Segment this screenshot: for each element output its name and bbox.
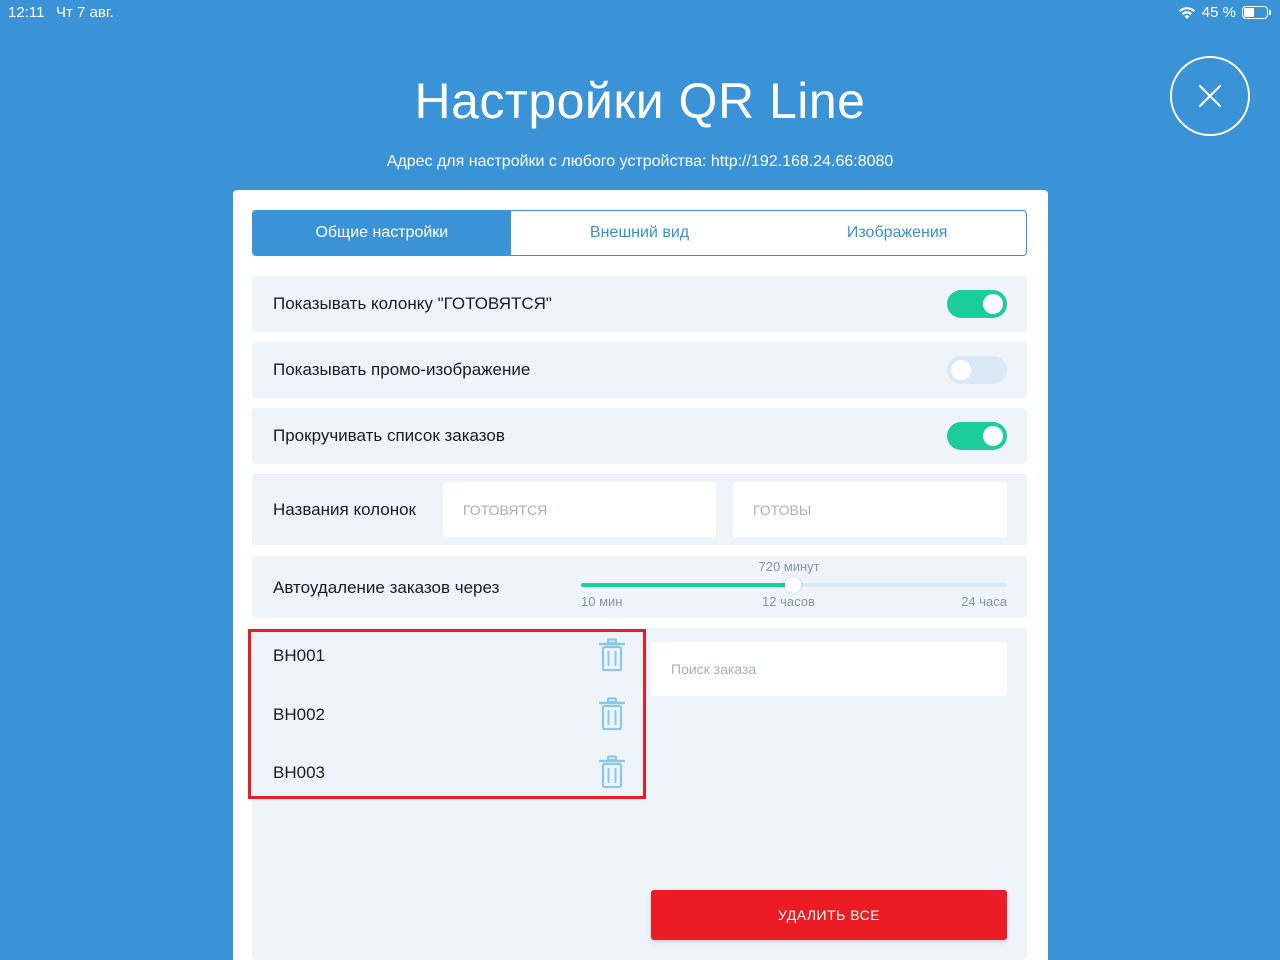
slider-value-label: 720 минут [758,559,820,574]
order-item: BH002 [273,697,633,737]
toggle-show-promo[interactable] [947,356,1007,384]
toggle-knob [951,360,971,380]
battery-fill [1244,8,1254,17]
status-date: Чт 7 авг. [56,4,114,21]
slider-tick-min: 10 мин [581,594,623,609]
settings-panel: Общие настройки Внешний вид Изображения … [233,190,1048,960]
auto-delete-slider[interactable] [581,577,1007,593]
close-icon [1198,84,1222,108]
battery-icon [1242,6,1271,19]
status-indicators: 45 % [1178,4,1271,21]
setting-label: Показывать колонку "ГОТОВЯТСЯ" [273,294,552,313]
battery-percent: 45 % [1201,4,1236,21]
tab-images[interactable]: Изображения [768,211,1026,255]
trash-icon[interactable] [599,697,625,731]
slider-thumb[interactable] [784,577,801,593]
setting-label: Названия колонок [273,500,416,519]
ready-column-name-input[interactable] [733,482,1007,537]
order-code: BH001 [273,646,325,665]
setting-row-auto-delete: Автоудаление заказов через 720 минут 10 … [252,556,1027,618]
setting-row-show-promo: Показывать промо-изображение [252,342,1027,398]
slider-fill [581,583,793,587]
settings-address: Адрес для настройки с любого устройства:… [386,153,894,170]
setting-label: Показывать промо-изображение [273,360,531,379]
setting-row-scroll-orders: Прокручивать список заказов [252,408,1027,464]
order-code: BH003 [273,763,325,782]
setting-row-column-names: Названия колонок [252,474,1027,545]
orders-area: BH001 BH002 BH003 Поиск заказа УДАЛИТЬ В… [248,628,1027,960]
status-time: 12:11 [8,4,45,21]
slider-tick-max: 24 часа [961,594,1007,609]
slider-tick-mid: 12 часов [762,594,815,609]
delete-all-button[interactable]: УДАЛИТЬ ВСЕ [651,890,1007,940]
page-title: Настройки QR Line [414,73,866,129]
order-code: BH002 [273,705,325,724]
toggle-knob [983,426,1003,446]
toggle-scroll-orders[interactable] [947,422,1007,450]
wifi-icon [1178,6,1195,19]
order-item: BH003 [273,755,633,795]
order-item: BH001 [273,638,633,678]
order-search-input[interactable] [651,642,1007,696]
toggle-knob [983,294,1003,314]
tab-appearance[interactable]: Внешний вид [511,211,769,255]
preparing-column-name-input[interactable] [443,482,716,537]
tab-general[interactable]: Общие настройки [253,211,511,255]
trash-icon[interactable] [599,755,625,789]
trash-icon[interactable] [599,638,625,672]
toggle-show-preparing[interactable] [947,290,1007,318]
setting-label: Прокручивать список заказов [273,426,505,445]
tab-bar: Общие настройки Внешний вид Изображения [252,210,1027,256]
close-button[interactable] [1170,56,1250,136]
setting-label: Автоудаление заказов через [273,578,500,597]
status-bar: 12:11 Чт 7 авг. 45 % [0,0,1280,26]
setting-row-show-preparing: Показывать колонку "ГОТОВЯТСЯ" [252,276,1027,332]
